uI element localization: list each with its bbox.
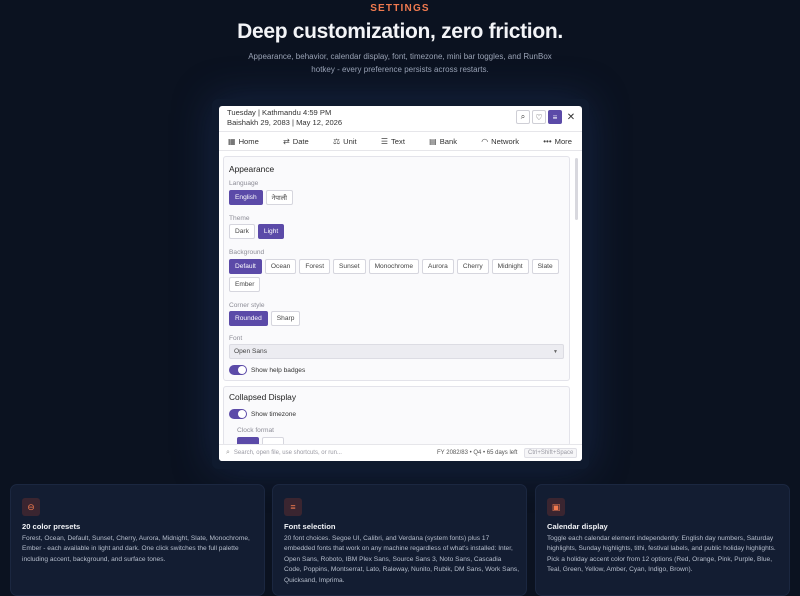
font-select[interactable]: Open Sans ▼ bbox=[229, 344, 564, 359]
background-options: Default Ocean Forest Sunset Monochrome A… bbox=[229, 259, 559, 292]
date-convert-icon: ⇄ bbox=[283, 136, 290, 146]
nav-label: More bbox=[554, 136, 572, 146]
calendar-date-line: Baishakh 29, 2083 | May 12, 2026 bbox=[227, 118, 343, 127]
wifi-icon: ◠ bbox=[481, 136, 489, 146]
bg-midnight[interactable]: Midnight bbox=[491, 259, 529, 274]
font-label: Font bbox=[229, 335, 243, 342]
section-eyebrow: SETTINGS bbox=[370, 3, 430, 14]
toggle-label: Show timezone bbox=[251, 410, 297, 418]
hotkey-badge: Ctrl+Shift+Space bbox=[524, 448, 578, 458]
bg-sunset[interactable]: Sunset bbox=[333, 259, 366, 274]
nav-more[interactable]: ••• More bbox=[543, 137, 572, 146]
runbox-input[interactable]: Search, open file, use shortcuts, or run… bbox=[234, 450, 342, 456]
page-subhead: Appearance, behavior, calendar display, … bbox=[248, 52, 552, 74]
font-icon: ≡ bbox=[284, 498, 302, 516]
show-timezone-toggle[interactable]: Show timezone bbox=[229, 409, 296, 419]
corner-sharp[interactable]: Sharp bbox=[270, 311, 301, 326]
nav-label: Unit bbox=[343, 136, 357, 146]
bg-ocean[interactable]: Ocean bbox=[264, 259, 297, 274]
nav-label: Text bbox=[391, 136, 405, 146]
bg-default[interactable]: Default bbox=[229, 259, 262, 274]
corner-rounded[interactable]: Rounded bbox=[229, 311, 268, 326]
bank-icon: ▤ bbox=[429, 136, 437, 146]
bg-cherry[interactable]: Cherry bbox=[456, 259, 489, 274]
title-bar: Tuesday | Kathmandu 4:59 PM Baishakh 29,… bbox=[219, 106, 582, 130]
card-description: 20 font choices. Segoe UI, Calibri, and … bbox=[284, 535, 520, 584]
toggle-switch[interactable] bbox=[229, 409, 247, 419]
nav-home[interactable]: ▦ Home bbox=[228, 137, 259, 146]
runbox-footer: ⌕ Search, open file, use shortcuts, or r… bbox=[219, 444, 582, 461]
help-badges-toggle[interactable]: Show help badges bbox=[229, 365, 305, 375]
corner-style-label: Corner style bbox=[229, 302, 265, 309]
bg-slate[interactable]: Slate bbox=[531, 259, 559, 274]
collapsed-display-panel: Collapsed Display Show timezone Clock fo… bbox=[223, 386, 570, 446]
scale-icon: ⚖ bbox=[332, 136, 341, 146]
appearance-panel: Appearance Language English नेपाली Theme… bbox=[223, 156, 570, 381]
language-options: English नेपाली bbox=[229, 190, 559, 205]
nav-text[interactable]: ☰ Text bbox=[381, 137, 405, 146]
clock-format-label: Clock format bbox=[237, 427, 275, 434]
feature-card-color-presets: ⊖ 20 color presets Forest, Ocean, Defaul… bbox=[10, 484, 265, 596]
font-select-value: Open Sans bbox=[234, 348, 267, 355]
home-icon: ▦ bbox=[228, 136, 236, 146]
card-description: Toggle each calendar element independent… bbox=[547, 535, 776, 574]
more-icon: ••• bbox=[543, 136, 552, 146]
card-title: Font selection bbox=[284, 522, 336, 531]
close-icon[interactable]: ✕ bbox=[564, 110, 578, 124]
nav-label: Date bbox=[292, 136, 309, 146]
bg-ember[interactable]: Ember bbox=[229, 277, 261, 292]
feature-card-font-selection: ≡ Font selection 20 font choices. Segoe … bbox=[272, 484, 527, 596]
toggle-switch[interactable] bbox=[229, 365, 247, 375]
background-label: Background bbox=[229, 249, 265, 256]
feature-card-calendar-display: ▣ Calendar display Toggle each calendar … bbox=[535, 484, 790, 596]
theme-label: Theme bbox=[229, 215, 250, 222]
scrollbar[interactable] bbox=[575, 158, 578, 220]
theme-light[interactable]: Light bbox=[257, 224, 285, 239]
language-english[interactable]: English bbox=[229, 190, 263, 205]
palette-icon: ⊖ bbox=[22, 498, 40, 516]
page-headline: Deep customization, zero friction. bbox=[237, 20, 563, 43]
card-title: Calendar display bbox=[547, 522, 608, 531]
theme-options: Dark Light bbox=[229, 224, 559, 239]
bg-aurora[interactable]: Aurora bbox=[422, 259, 454, 274]
settings-icon[interactable]: ≡ bbox=[548, 110, 562, 124]
nav-network[interactable]: ◠ Network bbox=[481, 137, 519, 146]
nav-bar: ▦ Home ⇄ Date ⚖ Unit ☰ Text ▤ Bank ◠ Network •… bbox=[219, 131, 582, 151]
heart-icon[interactable]: ♡ bbox=[532, 110, 546, 124]
card-description: Forest, Ocean, Default, Sunset, Cherry, … bbox=[22, 535, 250, 563]
nav-date[interactable]: ⇄ Date bbox=[283, 137, 309, 146]
text-icon: ☰ bbox=[380, 136, 388, 146]
nav-label: Network bbox=[491, 136, 520, 146]
collapsed-display-title: Collapsed Display bbox=[229, 392, 297, 402]
card-title: 20 color presets bbox=[22, 522, 81, 531]
language-nepali[interactable]: नेपाली bbox=[265, 190, 293, 205]
corner-options: Rounded Sharp bbox=[229, 311, 559, 326]
nav-bank[interactable]: ▤ Bank bbox=[429, 137, 457, 146]
search-icon[interactable]: ⌕ bbox=[516, 110, 530, 124]
fiscal-year-status: FY 2082/83 • Q4 • 65 days left bbox=[437, 450, 518, 456]
settings-window: Tuesday | Kathmandu 4:59 PM Baishakh 29,… bbox=[219, 106, 582, 461]
bg-forest[interactable]: Forest bbox=[299, 259, 331, 274]
appearance-title: Appearance bbox=[229, 164, 275, 174]
search-icon: ⌕ bbox=[226, 449, 230, 456]
nav-label: Home bbox=[238, 136, 259, 146]
date-time-line: Tuesday | Kathmandu 4:59 PM bbox=[227, 108, 332, 117]
language-label: Language bbox=[229, 180, 259, 187]
theme-dark[interactable]: Dark bbox=[229, 224, 255, 239]
chevron-down-icon: ▼ bbox=[553, 348, 558, 355]
nav-label: Bank bbox=[439, 136, 457, 146]
bg-monochrome[interactable]: Monochrome bbox=[368, 259, 420, 274]
nav-unit[interactable]: ⚖ Unit bbox=[333, 137, 357, 146]
calendar-icon: ▣ bbox=[547, 498, 565, 516]
toggle-label: Show help badges bbox=[251, 366, 306, 374]
